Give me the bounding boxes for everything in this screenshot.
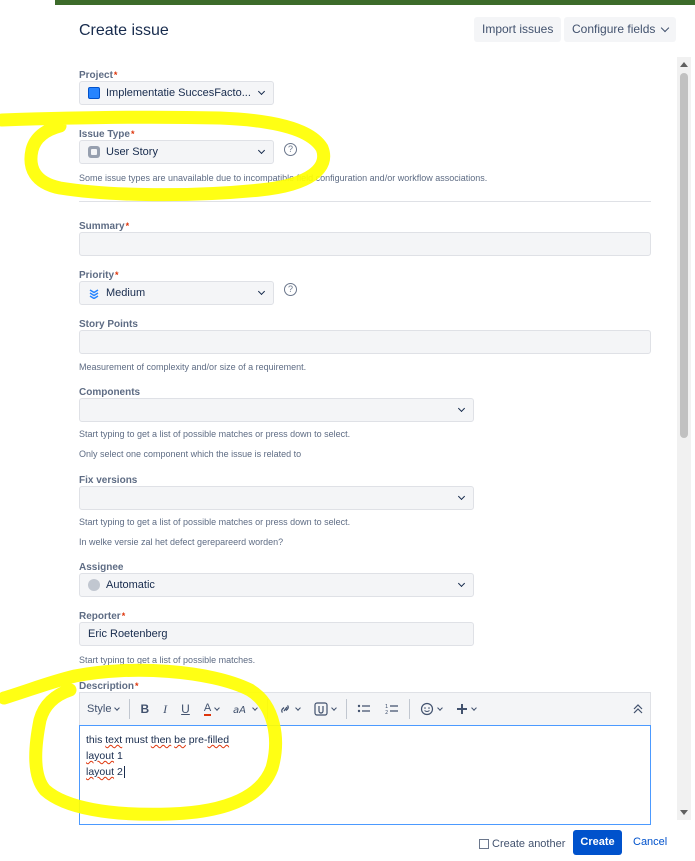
text-cursor <box>123 766 125 778</box>
emoji-icon[interactable] <box>413 693 449 725</box>
summary-label: Summary* <box>79 221 130 232</box>
priority-value: Medium <box>106 287 146 299</box>
project-avatar-icon <box>88 87 100 99</box>
scroll-down-arrow-icon[interactable] <box>680 810 688 815</box>
scrollbar-thumb[interactable] <box>680 73 688 438</box>
fix-versions-help-2: In welke versie zal het defect gereparee… <box>79 537 284 547</box>
project-select[interactable]: Implementatie SuccesFacto... <box>79 81 274 105</box>
components-help: Start typing to get a list of possible m… <box>79 429 351 439</box>
dialog-scrollbar[interactable] <box>677 57 691 820</box>
assignee-value: Automatic <box>106 579 155 591</box>
reporter-label: Reporter* <box>79 611 126 622</box>
description-line-1: this text must then be pre-filled <box>86 734 230 746</box>
chevron-down-icon <box>661 23 670 33</box>
priority-select[interactable]: Medium <box>79 281 274 305</box>
reporter-input[interactable]: Eric Roetenberg <box>79 622 474 646</box>
components-label: Components <box>79 387 141 398</box>
cancel-link[interactable]: Cancel <box>633 836 667 848</box>
priority-label: Priority* <box>79 270 119 281</box>
text-color-button[interactable]: A <box>197 693 226 725</box>
required-marker: * <box>130 129 135 139</box>
style-dropdown[interactable]: Style <box>80 693 126 725</box>
assignee-label: Assignee <box>79 562 124 573</box>
chevron-down-icon <box>257 87 266 96</box>
create-button[interactable]: Create <box>573 830 622 855</box>
issue-type-help: Some issue types are unavailable due to … <box>79 173 488 183</box>
description-label: Description* <box>79 681 139 692</box>
svg-text:aA: aA <box>233 705 246 715</box>
chevron-down-icon <box>457 404 466 413</box>
components-help-2: Only select one component which the issu… <box>79 449 302 459</box>
numbered-list-icon[interactable]: 12 <box>378 693 406 725</box>
issue-type-value: User Story <box>106 146 158 158</box>
required-marker: * <box>113 70 118 80</box>
fix-versions-help: Start typing to get a list of possible m… <box>79 517 351 527</box>
chevron-down-icon <box>257 146 266 155</box>
priority-medium-icon <box>89 289 99 299</box>
priority-help-icon[interactable]: ? <box>284 283 297 296</box>
divider <box>79 201 651 202</box>
text-size-icon[interactable]: aA <box>226 693 264 725</box>
create-issue-dialog: Create issue Import issues Configure fie… <box>55 5 695 861</box>
project-value: Implementatie SuccesFacto... <box>106 87 251 99</box>
page: Create issue Import issues Configure fie… <box>0 0 695 861</box>
issue-type-help-icon[interactable]: ? <box>284 143 297 156</box>
collapse-toolbar-icon[interactable] <box>626 693 650 725</box>
bullet-list-icon[interactable] <box>350 693 378 725</box>
fix-versions-select[interactable] <box>79 486 474 510</box>
description-line-3: layout 2 <box>86 766 125 778</box>
assignee-select[interactable]: Automatic <box>79 573 474 597</box>
components-select[interactable] <box>79 398 474 422</box>
chevron-down-icon <box>457 492 466 501</box>
story-points-help: Measurement of complexity and/or size of… <box>79 362 307 372</box>
dialog-footer: Create another Create Cancel <box>55 825 695 861</box>
import-issues-button[interactable]: Import issues <box>474 17 562 42</box>
story-points-label: Story Points <box>79 319 138 330</box>
scroll-up-arrow-icon[interactable] <box>680 62 688 67</box>
checkbox-icon[interactable] <box>479 839 489 849</box>
insert-more-icon[interactable] <box>449 693 483 725</box>
required-marker: * <box>121 611 126 621</box>
user-story-icon <box>88 146 100 158</box>
configure-fields-button[interactable]: Configure fields <box>564 17 677 42</box>
required-marker: * <box>135 681 139 691</box>
bold-button[interactable]: B <box>133 693 156 725</box>
issue-type-label: Issue Type* <box>79 129 135 140</box>
description-editor[interactable]: this text must then be pre-filled layout… <box>79 725 651 825</box>
link-icon[interactable] <box>271 693 307 725</box>
underline-button[interactable]: U <box>174 693 197 725</box>
description-line-2: layout 1 <box>86 750 123 762</box>
chevron-down-icon <box>457 579 466 588</box>
configure-fields-label: Configure fields <box>572 22 656 36</box>
issue-type-select[interactable]: User Story <box>79 140 274 164</box>
story-points-input[interactable] <box>79 330 651 354</box>
fix-versions-label: Fix versions <box>79 475 138 486</box>
left-gutter <box>0 0 55 861</box>
project-label: Project* <box>79 70 118 81</box>
reporter-help: Start typing to get a list of possible m… <box>79 655 256 665</box>
create-another-checkbox[interactable]: Create another <box>479 838 565 850</box>
required-marker: * <box>115 270 119 280</box>
import-issues-label: Import issues <box>482 22 554 36</box>
chevron-down-icon <box>257 287 266 296</box>
dialog-title: Create issue <box>79 22 169 39</box>
user-avatar-icon <box>88 579 100 591</box>
editor-toolbar: Style B I U A aA 12 <box>79 692 651 725</box>
required-marker: * <box>125 221 130 231</box>
svg-text:2: 2 <box>385 710 388 715</box>
attachment-icon[interactable] <box>307 693 343 725</box>
create-another-label: Create another <box>492 838 566 850</box>
italic-button[interactable]: I <box>156 693 174 725</box>
summary-input[interactable] <box>79 232 651 256</box>
